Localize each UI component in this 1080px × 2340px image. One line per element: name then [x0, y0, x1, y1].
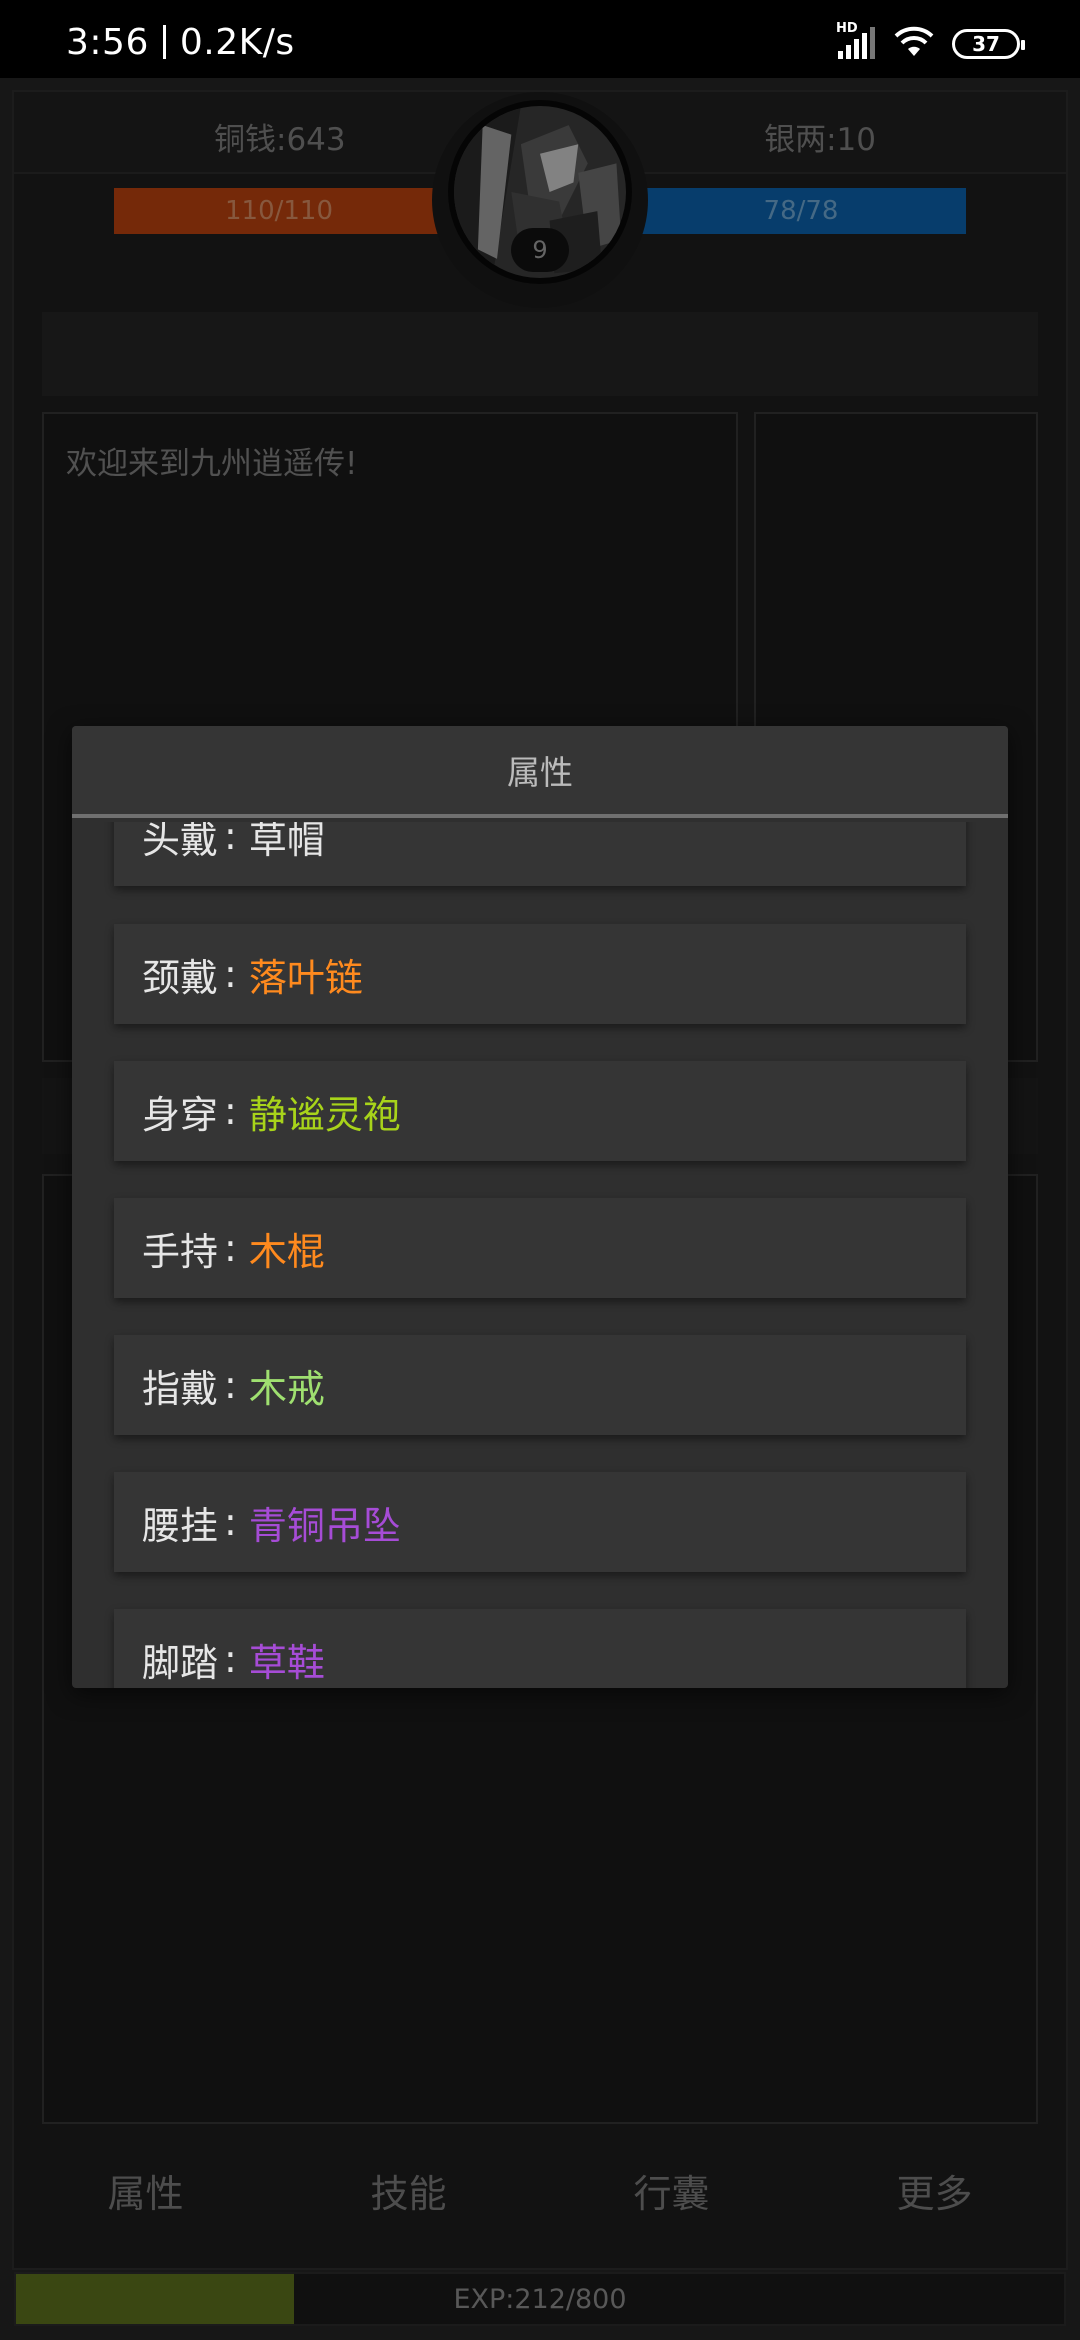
slot-label: 脚踏: [142, 1640, 219, 1685]
item-name: 落叶链: [248, 955, 363, 1000]
status-right: HD 37: [836, 21, 1025, 62]
equipment-item-hand[interactable]: 手持: 木棍: [114, 1198, 966, 1298]
battery-icon: 37: [952, 29, 1025, 59]
item-name: 木戒: [248, 1366, 325, 1411]
slot-label: 腰挂: [142, 1503, 219, 1548]
dialog-title: 属性: [72, 726, 1008, 818]
item-name: 草鞋: [248, 1640, 325, 1685]
slot-label: 指戴: [142, 1366, 219, 1411]
net-speed: 0.2K/s: [179, 22, 295, 63]
colon: :: [224, 822, 237, 858]
equipment-item-feet[interactable]: 脚踏: 草鞋: [114, 1609, 966, 1688]
slot-label: 身穿: [142, 1092, 219, 1137]
wifi-icon: [894, 26, 934, 62]
status-left: 3:56 0.2K/s: [66, 22, 295, 63]
equipment-item-head[interactable]: 头戴: 草帽: [114, 822, 966, 886]
colon: :: [224, 1089, 237, 1133]
attributes-dialog: 属性 头戴: 草帽 颈戴: 落叶链 身穿: 静谧灵袍 手持: 木棍 指戴: 木戒 腰挂: 青…: [72, 726, 1008, 1688]
colon: :: [224, 1363, 237, 1407]
item-name: 静谧灵袍: [248, 1092, 401, 1137]
item-name: 草帽: [248, 822, 325, 862]
item-name: 青铜吊坠: [248, 1503, 401, 1548]
item-name: 木棍: [248, 1229, 325, 1274]
equipment-item-neck[interactable]: 颈戴: 落叶链: [114, 924, 966, 1024]
slot-label: 头戴: [142, 822, 219, 862]
equipment-list[interactable]: 头戴: 草帽 颈戴: 落叶链 身穿: 静谧灵袍 手持: 木棍 指戴: 木戒 腰挂: 青铜吊坠…: [72, 822, 1008, 1688]
battery-level: 37: [972, 32, 1000, 56]
colon: :: [224, 1226, 237, 1270]
colon: :: [224, 1637, 237, 1681]
equipment-item-waist[interactable]: 腰挂: 青铜吊坠: [114, 1472, 966, 1572]
slot-label: 手持: [142, 1229, 219, 1274]
equipment-item-ring[interactable]: 指戴: 木戒: [114, 1335, 966, 1435]
status-bar: 3:56 0.2K/s HD 37: [0, 0, 1080, 78]
slot-label: 颈戴: [142, 955, 219, 1000]
colon: :: [224, 952, 237, 996]
clock: 3:56: [66, 22, 149, 63]
divider: [162, 25, 166, 59]
colon: :: [224, 1500, 237, 1544]
signal-icon: HD: [836, 21, 876, 61]
equipment-item-body[interactable]: 身穿: 静谧灵袍: [114, 1061, 966, 1161]
